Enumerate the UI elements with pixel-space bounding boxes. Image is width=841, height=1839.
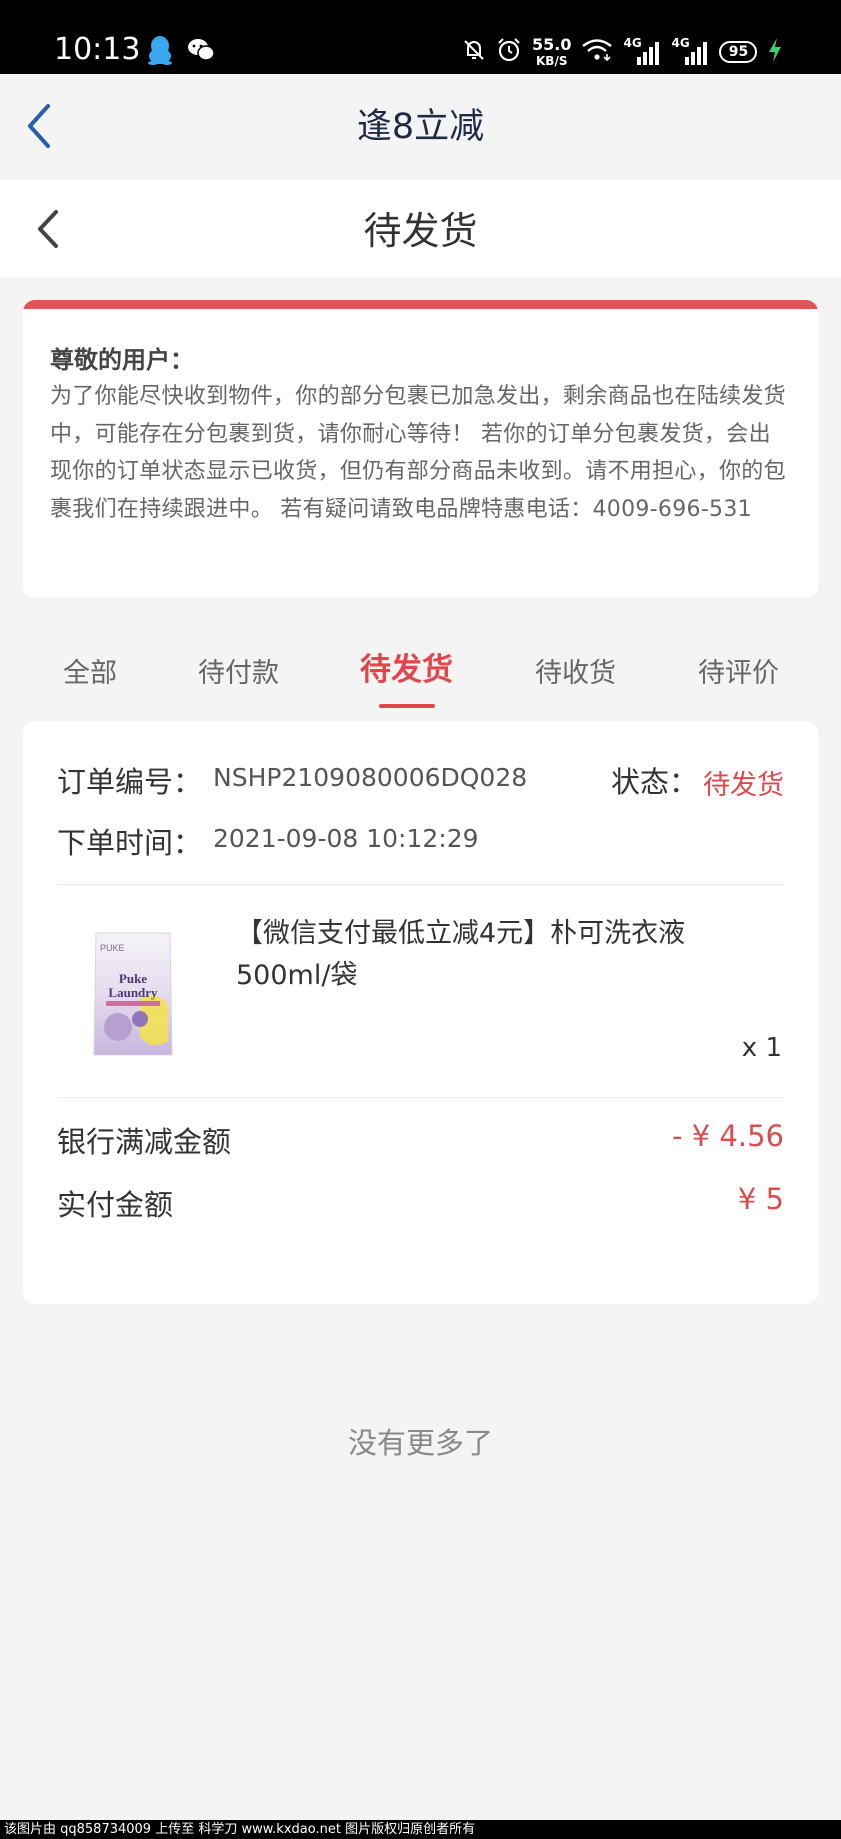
- no-more-text: 没有更多了: [347, 1426, 493, 1460]
- app-header: 逢8立减: [0, 74, 841, 180]
- paid-amount-value: ¥ 5: [737, 1182, 784, 1216]
- product-image-line1: Puke: [119, 971, 147, 986]
- notice-heading: 尊敬的用户：: [50, 346, 194, 374]
- product-quantity: x 1: [741, 1033, 782, 1063]
- charging-icon: [767, 37, 783, 67]
- paid-amount-label: 实付金额: [57, 1188, 174, 1222]
- order-number-label: 订单编号：: [57, 765, 203, 799]
- order-time-label: 下单时间：: [57, 826, 203, 860]
- wifi-icon: [581, 38, 613, 66]
- net-speed: 55.0 KB/S: [532, 35, 572, 68]
- order-status-value: 待发货: [703, 770, 784, 801]
- status-time: 10:13: [54, 32, 141, 67]
- status-bar: 10:13 55.0 KB/S 4G 4G 95: [0, 0, 841, 74]
- tab-pending-receipt[interactable]: 待收货: [535, 654, 616, 694]
- tab-pending-shipment[interactable]: 待发货: [360, 650, 453, 690]
- product-image-line2: Laundry: [108, 985, 158, 1000]
- notice-body: 为了你能尽快收到物件，你的部分包裹已加急发出，剩余商品也在陆续发货中，可能存在分…: [50, 384, 786, 522]
- tab-pending-review[interactable]: 待评价: [698, 654, 779, 694]
- divider: [57, 884, 785, 885]
- watermark-bar: 该图片由 qq858734009 上传至 科学刀 www.kxdao.net 图…: [0, 1820, 841, 1839]
- order-status-label: 状态：: [611, 765, 699, 799]
- product-title[interactable]: 【微信支付最低立减4元】朴可洗衣液500ml/袋: [236, 913, 756, 997]
- net-speed-unit: KB/S: [536, 54, 568, 68]
- product-image-brand: PUKE: [100, 943, 125, 953]
- bank-discount-value: - ¥ 4.56: [672, 1119, 784, 1153]
- battery-indicator: 95: [719, 41, 758, 63]
- signal-icon: 4G: [623, 36, 661, 65]
- order-number-value: NSHP2109080006DQ028: [213, 763, 528, 792]
- divider: [57, 1097, 785, 1098]
- status-icons: 55.0 KB/S 4G 4G 95: [462, 34, 783, 70]
- order-time-value: 2021-09-08 10:12:29: [213, 824, 479, 853]
- product-image[interactable]: PUKE Puke Laundry: [92, 929, 174, 1059]
- tab-all[interactable]: 全部: [63, 654, 117, 694]
- page-title: 待发货: [363, 209, 478, 253]
- order-tabs: 全部 待付款 待发货 待收货 待评价: [0, 640, 841, 714]
- page-header: 待发货: [0, 180, 841, 278]
- mute-icon: [462, 38, 486, 66]
- notice-accent-bar: [23, 300, 818, 309]
- active-tab-indicator: [379, 704, 435, 708]
- order-card[interactable]: 订单编号： NSHP2109080006DQ028 状态： 待发货 下单时间： …: [23, 721, 818, 1304]
- bank-discount-label: 银行满减金额: [57, 1125, 232, 1159]
- alarm-icon: [496, 37, 522, 67]
- net-speed-value: 55.0: [532, 35, 572, 54]
- signal-icon-2: 4G: [671, 36, 709, 65]
- app-title: 逢8立减: [356, 107, 485, 147]
- qq-icon: [147, 35, 173, 69]
- wechat-icon: [187, 38, 215, 66]
- notice-card: 尊敬的用户： 为了你能尽快收到物件，你的部分包裹已加急发出，剩余商品也在陆续发货…: [23, 300, 818, 598]
- tab-pending-payment[interactable]: 待付款: [198, 654, 279, 694]
